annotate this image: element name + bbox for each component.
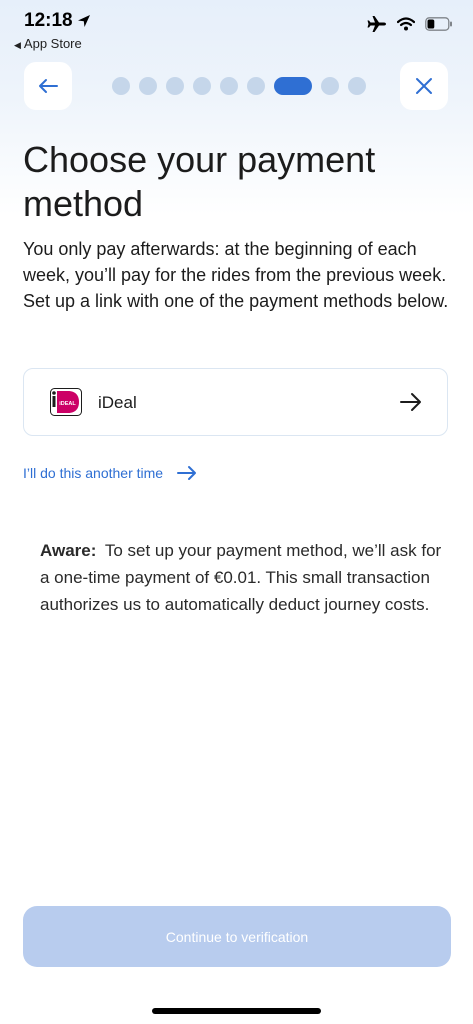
- back-triangle-icon: ◀: [14, 40, 21, 50]
- back-button[interactable]: [24, 62, 72, 110]
- info-notice: Aware: To set up your payment method, we…: [40, 537, 450, 618]
- close-icon: [416, 78, 432, 94]
- progress-indicator: [112, 77, 375, 95]
- skip-link[interactable]: I’ll do this another time: [23, 465, 197, 481]
- battery-icon: [425, 17, 452, 31]
- page-subtitle: You only pay afterwards: at the beginnin…: [23, 239, 449, 311]
- payment-method-label: iDeal: [98, 393, 137, 412]
- progress-step: [321, 77, 339, 95]
- wifi-icon: [397, 17, 415, 31]
- payment-method-ideal[interactable]: iDEAL iDeal: [23, 368, 448, 436]
- progress-step: [112, 77, 130, 95]
- home-indicator: [152, 1008, 321, 1014]
- progress-step-current: [274, 77, 312, 95]
- progress-step: [348, 77, 366, 95]
- status-bar: 12:18 ◀ App Store: [0, 0, 473, 56]
- progress-step: [247, 77, 265, 95]
- progress-step: [166, 77, 184, 95]
- page-title: Choose your payment method: [23, 139, 376, 224]
- progress-step: [139, 77, 157, 95]
- close-button[interactable]: [400, 62, 448, 110]
- progress-step: [220, 77, 238, 95]
- arrow-right-icon: [400, 393, 421, 411]
- continue-button[interactable]: Continue to verification: [23, 906, 451, 967]
- back-app-label: App Store: [23, 36, 82, 51]
- back-to-app-store[interactable]: ◀ App Store: [14, 36, 82, 51]
- progress-step: [193, 77, 211, 95]
- airplane-mode-icon: [367, 16, 386, 32]
- ideal-logo-text: iDEAL: [59, 401, 76, 407]
- location-arrow-icon: [78, 15, 90, 27]
- ideal-logo-icon: iDEAL: [50, 388, 82, 416]
- info-notice-heading: Aware:: [40, 541, 97, 560]
- arrow-right-icon: [177, 466, 197, 480]
- info-notice-text: To set up your payment method, we’ll ask…: [40, 541, 442, 614]
- arrow-left-icon: [39, 79, 58, 93]
- status-time: 12:18: [24, 10, 73, 31]
- skip-link-label: I’ll do this another time: [23, 465, 164, 481]
